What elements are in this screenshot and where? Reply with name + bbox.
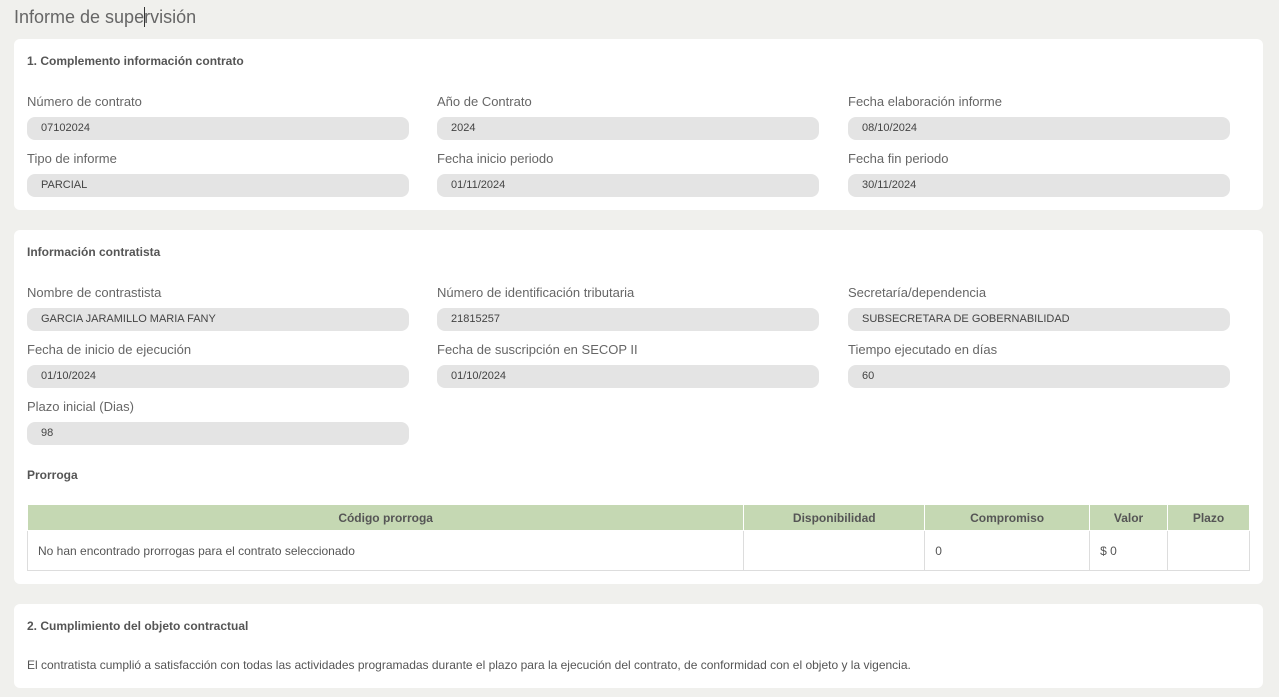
contractor-name-label: Nombre de contrastista	[27, 285, 162, 300]
prorroga-table: Código prorroga Disponibilidad Compromis…	[26, 504, 1250, 571]
period-end-label: Fecha fin periodo	[848, 151, 949, 166]
execution-start-label: Fecha de inicio de ejecución	[27, 342, 192, 357]
section-title: 2. Cumplimiento del objeto contractual	[27, 619, 249, 633]
prorroga-title: Prorroga	[27, 468, 78, 482]
executed-days-field[interactable]: 60	[848, 365, 1230, 388]
executed-days-label: Tiempo ejecutado en días	[848, 342, 998, 357]
page-title: Informe de supervisión	[14, 7, 197, 27]
initial-term-field[interactable]: 98	[27, 422, 409, 445]
secop-date-label: Fecha de suscripción en SECOP II	[437, 342, 638, 357]
department-field[interactable]: SUBSECRETARA DE GOBERNABILIDAD	[848, 308, 1230, 331]
contract-info-card: 1. Complemento información contrato Núme…	[14, 39, 1263, 210]
report-type-label: Tipo de informe	[27, 151, 117, 166]
period-start-label: Fecha inicio periodo	[437, 151, 554, 166]
secop-date-field[interactable]: 01/10/2024	[437, 365, 819, 388]
initial-term-label: Plazo inicial (Dias)	[27, 399, 134, 414]
table-cell	[1167, 530, 1250, 571]
period-end-field[interactable]: 30/11/2024	[848, 174, 1230, 197]
section-title: 1. Complemento información contrato	[27, 54, 244, 68]
tax-id-field[interactable]: 21815257	[437, 308, 819, 331]
table-cell: 0	[924, 530, 1091, 571]
section-title: Información contratista	[27, 245, 161, 259]
table-cell: No han encontrado prorrogas para el cont…	[26, 530, 745, 571]
column-header-valor[interactable]: Valor	[1089, 504, 1169, 531]
contract-number-field[interactable]: 07102024	[27, 117, 409, 140]
column-header-compromiso[interactable]: Compromiso	[924, 504, 1091, 531]
tax-id-label: Número de identificación tributaria	[437, 285, 635, 300]
table-row: No han encontrado prorrogas para el cont…	[26, 530, 1250, 571]
report-date-label: Fecha elaboración informe	[848, 94, 1002, 109]
table-cell	[743, 530, 926, 571]
contract-number-label: Número de contrato	[27, 94, 142, 109]
column-header-disponibilidad[interactable]: Disponibilidad	[743, 504, 926, 531]
period-start-field[interactable]: 01/11/2024	[437, 174, 819, 197]
column-header-plazo[interactable]: Plazo	[1167, 504, 1250, 531]
department-label: Secretaría/dependencia	[848, 285, 987, 300]
table-header-row: Código prorroga Disponibilidad Compromis…	[26, 504, 1250, 531]
report-type-field[interactable]: PARCIAL	[27, 174, 409, 197]
contract-year-label: Año de Contrato	[437, 94, 532, 109]
contract-year-field[interactable]: 2024	[437, 117, 819, 140]
contractor-name-field[interactable]: GARCIA JARAMILLO MARIA FANY	[27, 308, 409, 331]
contractor-info-card: Información contratista Nombre de contra…	[14, 230, 1263, 584]
table-cell: $ 0	[1089, 530, 1169, 571]
compliance-card: 2. Cumplimiento del objeto contractual E…	[14, 604, 1263, 688]
column-header-codigo[interactable]: Código prorroga	[26, 504, 745, 531]
execution-start-field[interactable]: 01/10/2024	[27, 365, 409, 388]
report-date-field[interactable]: 08/10/2024	[848, 117, 1230, 140]
compliance-text: El contratista cumplió a satisfacción co…	[27, 658, 911, 672]
